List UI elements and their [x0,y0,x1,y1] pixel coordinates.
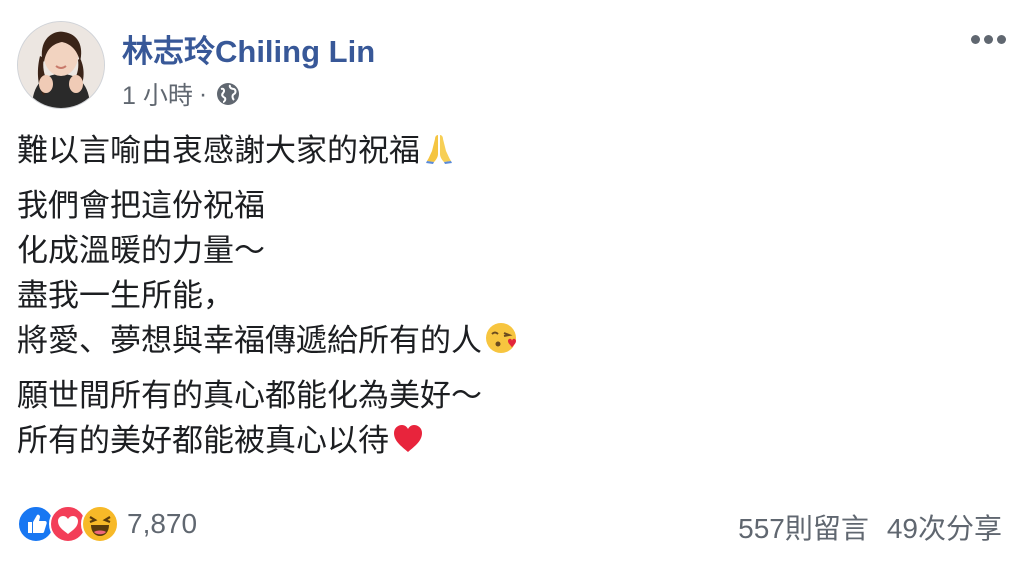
reaction-count: 7,870 [127,508,198,539]
reactions-summary[interactable]: 7,870 [17,505,197,543]
post-timestamp[interactable]: 1 小時 [122,76,193,112]
post-line: 願世間所有的真心都能化為美好～ [17,378,482,413]
post-line: 所有的美好都能被真心以待 [17,418,518,463]
more-dot [983,34,993,44]
post-paragraph: 願世間所有的真心都能化為美好～ 所有的美好都能被真心以待 [17,373,518,463]
post-meta: 1 小時 · [122,76,241,112]
avatar-photo [18,22,104,108]
post-line: 盡我一生所能， [17,278,234,313]
post-line: 化成溫暖的力量～ [17,233,265,268]
post-line-text: 所有的美好都能被真心以待 [17,423,389,458]
globe-icon[interactable] [215,81,241,107]
more-dot [996,34,1006,44]
face-blowing-kiss-emoji [486,323,516,353]
ellipsis-icon[interactable] [968,26,1008,52]
post-paragraph: 我們會把這份祝福 化成溫暖的力量～ 盡我一生所能， 將愛、夢想與幸福傳遞給所有的… [17,183,518,363]
shares-count-link[interactable]: 49次分享 [887,507,1002,547]
post-body: 難以言喻由衷感謝大家的祝福 我們會把這份祝福 化成溫暖的力量～ 盡我一生所能， … [17,128,518,463]
post-author-name[interactable]: 林志玲Chiling Lin [122,26,375,71]
comments-count-link[interactable]: 557則留言 [738,507,869,547]
red-heart-emoji [394,425,422,452]
post-line: 我們會把這份祝福 [17,188,265,223]
haha-reaction-icon [81,505,119,543]
more-dot [970,34,980,44]
post-stats: 557則留言 49次分享 [738,507,1002,547]
folded-hands-emoji [426,135,452,164]
post-line: 難以言喻由衷感謝大家的祝福 [17,128,518,173]
meta-separator: · [198,79,208,108]
post-line: 將愛、夢想與幸福傳遞給所有的人 [17,318,518,363]
post-footer: 7,870 557則留言 49次分享 [17,505,1002,547]
post-line-text: 將愛、夢想與幸福傳遞給所有的人 [17,323,482,358]
post-line-text: 難以言喻由衷感謝大家的祝福 [17,133,420,168]
post-paragraph: 難以言喻由衷感謝大家的祝福 [17,128,518,173]
author-avatar[interactable] [17,21,105,109]
